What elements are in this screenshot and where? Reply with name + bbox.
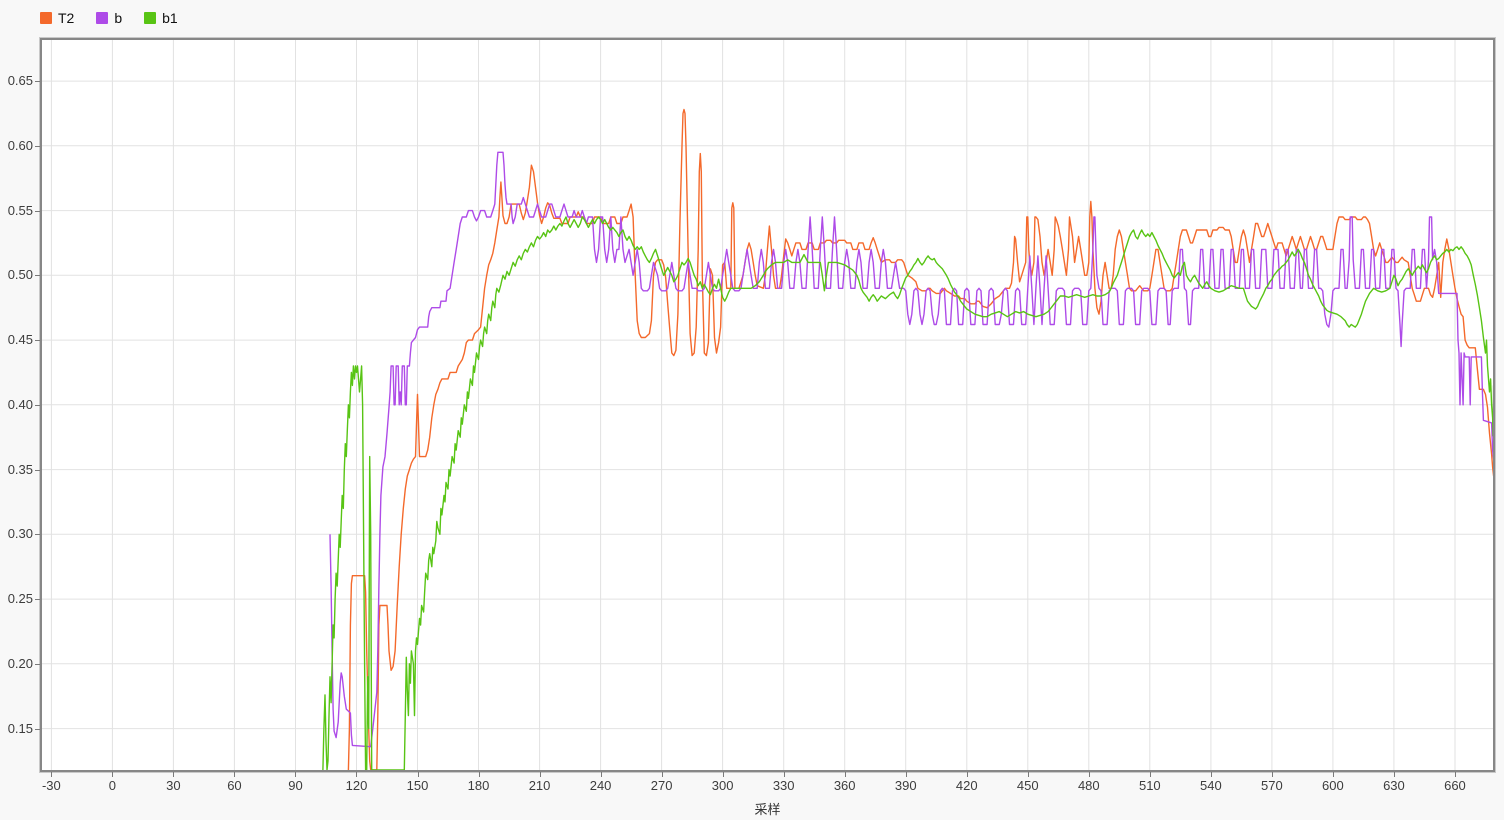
x-tick-label: 330 (754, 778, 814, 793)
series-line-b1 (323, 217, 1493, 770)
legend-label: b1 (162, 11, 178, 25)
y-tick-mark (35, 534, 40, 535)
x-tick-mark (1333, 772, 1334, 777)
x-tick-mark (1150, 772, 1151, 777)
y-tick-mark (35, 664, 40, 665)
legend-swatch-icon (96, 12, 108, 24)
x-tick-mark (112, 772, 113, 777)
x-tick-label: 120 (326, 778, 386, 793)
x-tick-label: 420 (937, 778, 997, 793)
y-tick-mark (35, 81, 40, 82)
x-tick-label: 0 (82, 778, 142, 793)
y-tick-label: 0.30 (0, 526, 33, 541)
x-tick-label: 60 (204, 778, 264, 793)
y-tick-mark (35, 275, 40, 276)
x-tick-mark (845, 772, 846, 777)
x-tick-mark (1455, 772, 1456, 777)
legend-item-T2[interactable]: T2 (40, 11, 74, 25)
x-tick-mark (601, 772, 602, 777)
legend: T2 b b1 (40, 7, 178, 29)
x-tick-mark (723, 772, 724, 777)
x-tick-label: 540 (1181, 778, 1241, 793)
x-tick-mark (1211, 772, 1212, 777)
x-tick-mark (540, 772, 541, 777)
x-tick-mark (784, 772, 785, 777)
x-tick-mark (1272, 772, 1273, 777)
x-tick-mark (1394, 772, 1395, 777)
x-tick-label: 30 (143, 778, 203, 793)
y-tick-mark (35, 599, 40, 600)
legend-label: b (114, 11, 122, 25)
y-tick-label: 0.15 (0, 721, 33, 736)
x-tick-mark (173, 772, 174, 777)
x-tick-label: 480 (1059, 778, 1119, 793)
y-tick-mark (35, 405, 40, 406)
x-tick-mark (1028, 772, 1029, 777)
y-tick-mark (35, 211, 40, 212)
x-tick-label: 210 (510, 778, 570, 793)
x-tick-label: 90 (265, 778, 325, 793)
chart-canvas[interactable] (42, 40, 1493, 770)
y-tick-label: 0.40 (0, 397, 33, 412)
legend-swatch-icon (144, 12, 156, 24)
x-tick-label: 150 (388, 778, 448, 793)
x-tick-mark (906, 772, 907, 777)
y-tick-label: 0.20 (0, 656, 33, 671)
x-tick-mark (967, 772, 968, 777)
x-tick-label: 360 (815, 778, 875, 793)
x-tick-mark (295, 772, 296, 777)
y-tick-label: 0.55 (0, 203, 33, 218)
x-tick-mark (356, 772, 357, 777)
x-tick-mark (418, 772, 419, 777)
x-tick-label: 450 (998, 778, 1058, 793)
x-tick-label: 390 (876, 778, 936, 793)
x-tick-label: -30 (21, 778, 81, 793)
x-tick-mark (1089, 772, 1090, 777)
plot-area[interactable] (40, 38, 1495, 772)
y-tick-label: 0.65 (0, 73, 33, 88)
x-tick-mark (51, 772, 52, 777)
x-tick-label: 630 (1364, 778, 1424, 793)
x-tick-label: 600 (1303, 778, 1363, 793)
x-tick-label: 180 (449, 778, 509, 793)
x-tick-mark (479, 772, 480, 777)
chart-page: { "colors":{"orange":"#F4692B","purple":… (0, 0, 1504, 820)
legend-item-b[interactable]: b (96, 11, 122, 25)
legend-label: T2 (58, 11, 74, 25)
x-tick-label: 570 (1242, 778, 1302, 793)
y-tick-mark (35, 470, 40, 471)
y-tick-label: 0.45 (0, 332, 33, 347)
x-tick-label: 240 (571, 778, 631, 793)
x-tick-label: 270 (632, 778, 692, 793)
legend-item-b1[interactable]: b1 (144, 11, 178, 25)
x-tick-label: 300 (693, 778, 753, 793)
y-tick-mark (35, 340, 40, 341)
y-tick-mark (35, 729, 40, 730)
y-tick-label: 0.60 (0, 138, 33, 153)
x-tick-mark (662, 772, 663, 777)
x-tick-mark (234, 772, 235, 777)
y-tick-label: 0.25 (0, 591, 33, 606)
gridlines (42, 40, 1493, 770)
x-tick-label: 660 (1425, 778, 1485, 793)
y-tick-label: 0.35 (0, 462, 33, 477)
x-tick-label: 510 (1120, 778, 1180, 793)
x-axis-title: 采样 (40, 799, 1495, 818)
y-tick-label: 0.50 (0, 267, 33, 282)
legend-swatch-icon (40, 12, 52, 24)
y-tick-mark (35, 146, 40, 147)
series-line-T2 (348, 110, 1493, 771)
